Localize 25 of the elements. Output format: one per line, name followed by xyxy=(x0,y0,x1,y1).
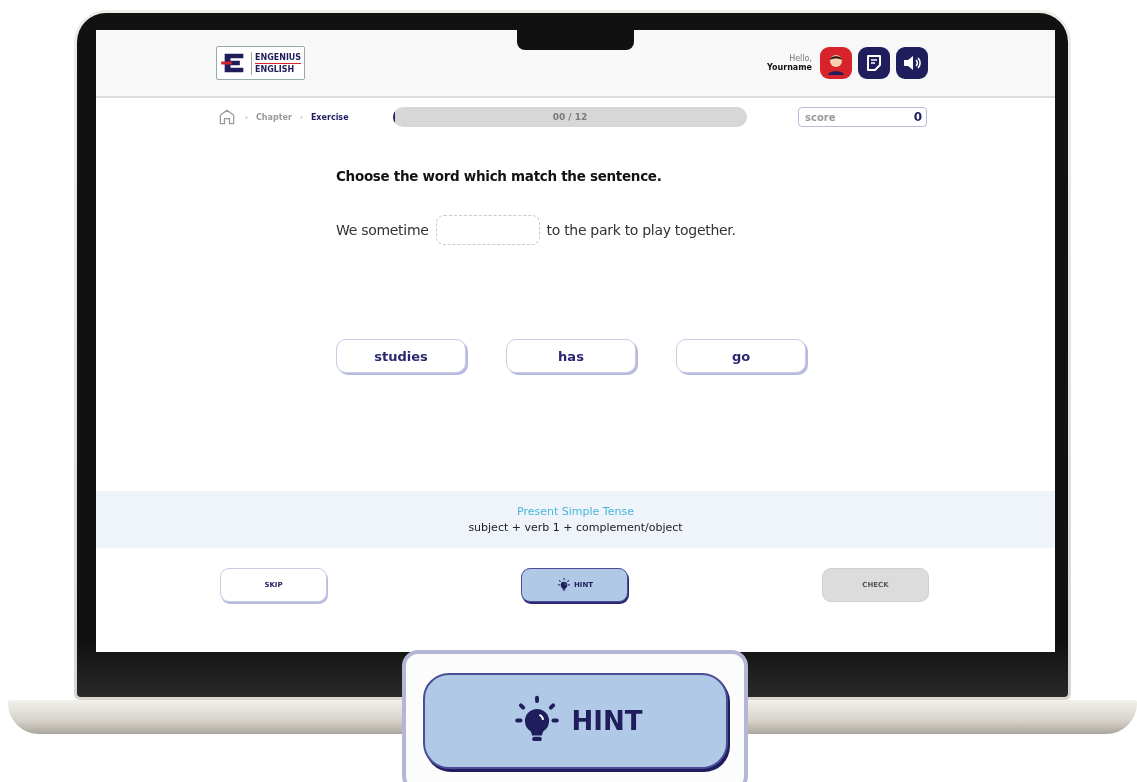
word-option[interactable]: has xyxy=(506,339,636,373)
hint-button[interactable]: HINT xyxy=(422,673,728,769)
sentence-text: to the park to play together. xyxy=(546,222,736,238)
sound-button[interactable] xyxy=(896,47,928,79)
progress-label: 00 / 12 xyxy=(552,112,588,122)
greeting: Hello, xyxy=(789,54,812,63)
word-option[interactable]: go xyxy=(676,339,806,373)
logo-text: ENGLISH xyxy=(255,63,296,75)
logo-text: ENGENIUS xyxy=(255,51,302,64)
score-label: score xyxy=(805,111,836,123)
avatar-button[interactable] xyxy=(820,47,852,79)
chevron-icon xyxy=(243,113,250,121)
home-button[interactable] xyxy=(217,107,237,127)
score-value: 0 xyxy=(913,110,922,124)
breadcrumb-link[interactable]: Exercise xyxy=(310,112,349,122)
sentence-text: We sometime xyxy=(336,222,429,238)
grammar-formula: subject + verb 1 + complement/object xyxy=(468,521,683,534)
home-icon xyxy=(217,107,237,127)
chevron-icon xyxy=(297,113,305,121)
username: Yourname xyxy=(766,63,812,72)
notes-button[interactable] xyxy=(858,47,890,79)
word-option[interactable]: studies xyxy=(336,339,466,373)
question-text: Choose the word which match the sentence. xyxy=(336,168,663,184)
grammar-title: Present Simple Tense xyxy=(517,505,634,518)
lightbulb-icon xyxy=(555,577,572,593)
